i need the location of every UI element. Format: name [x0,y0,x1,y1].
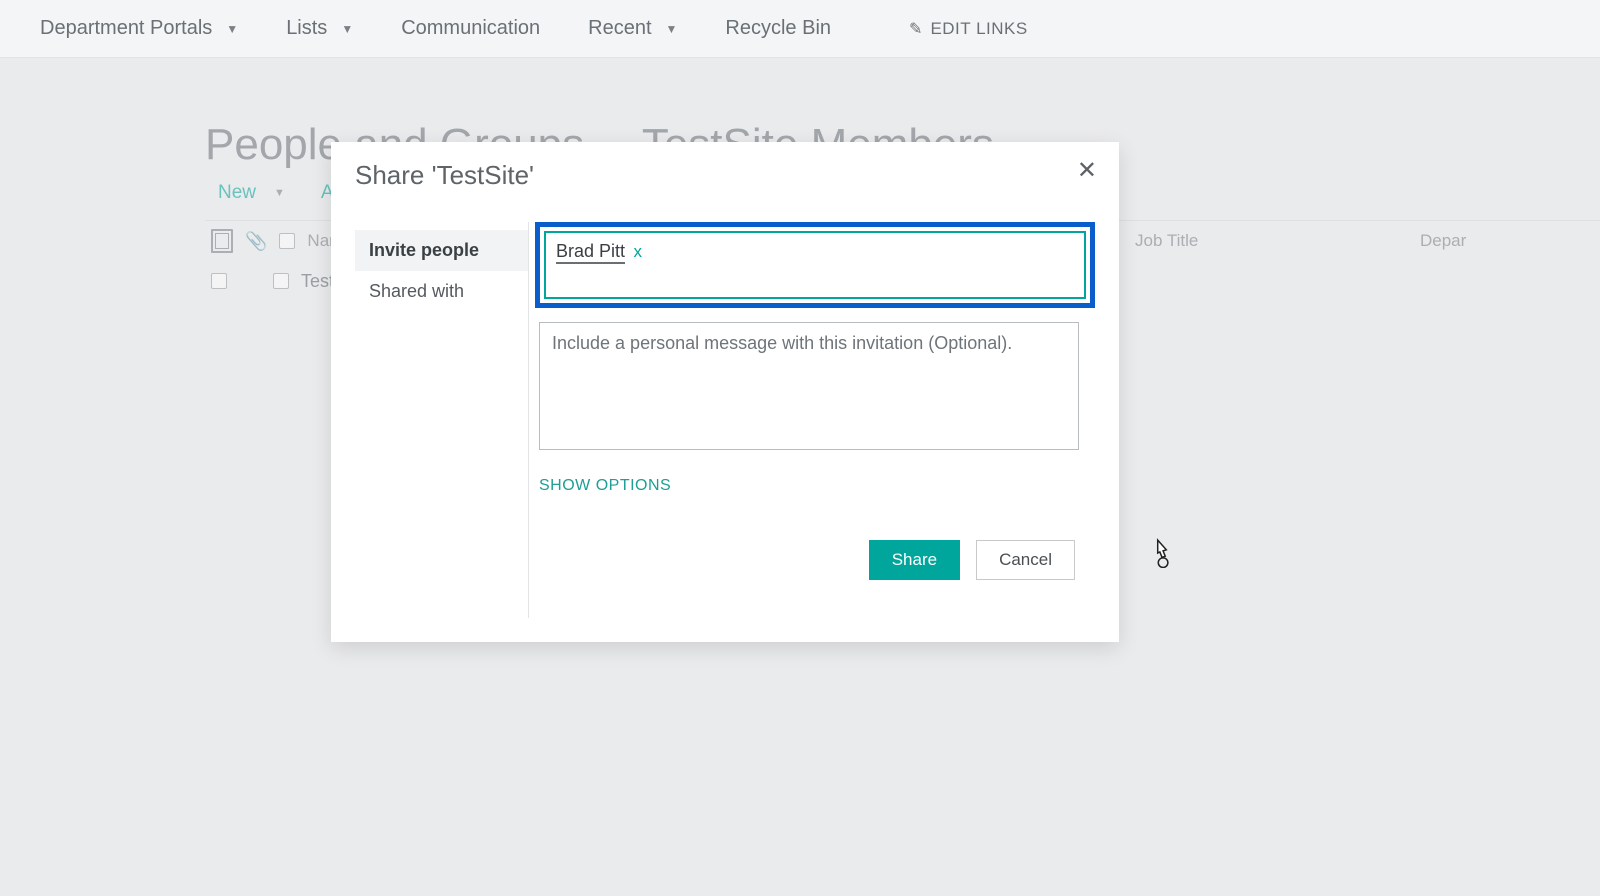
nav-edit-links[interactable]: ✎ EDIT LINKS [899,13,1038,45]
dialog-button-row: Share Cancel [869,540,1075,580]
cancel-button[interactable]: Cancel [976,540,1075,580]
dialog-side-nav: Invite people Shared with [355,222,529,618]
chevron-down-icon: ▼ [666,22,678,36]
close-icon[interactable]: ✕ [1069,152,1105,189]
people-picker-input[interactable]: Brad Pitt x [544,231,1086,299]
dialog-main: Brad Pitt x SHOW OPTIONS Share Cancel [529,222,1095,618]
nav-recent[interactable]: Recent ▼ [578,11,687,46]
nav-communication[interactable]: Communication [391,11,550,46]
nav-recycle-bin[interactable]: Recycle Bin [715,11,841,46]
pencil-icon: ✎ [909,19,922,39]
people-chip[interactable]: Brad Pitt x [556,241,646,262]
tab-shared-with[interactable]: Shared with [355,271,528,312]
chevron-down-icon: ▼ [341,22,353,36]
share-button[interactable]: Share [869,540,960,580]
dialog-body: Invite people Shared with Brad Pitt x SH… [355,222,1095,618]
nav-label: Communication [401,17,540,40]
tab-invite-people[interactable]: Invite people [355,230,528,271]
show-options-link[interactable]: SHOW OPTIONS [539,477,671,495]
chevron-down-icon: ▼ [226,22,238,36]
nav-label: Recent [588,17,651,40]
invitation-message-input[interactable] [539,322,1079,450]
page-body: People and Groups › TestSite Members New… [0,58,1600,896]
top-nav: Department Portals ▼ Lists ▼ Communicati… [0,0,1600,58]
nav-label: EDIT LINKS [930,19,1027,39]
nav-label: Department Portals [40,17,212,40]
chip-remove-icon[interactable]: x [629,242,646,261]
nav-label: Lists [286,17,327,40]
share-dialog: Share 'TestSite' ✕ Invite people Shared … [331,142,1119,642]
dialog-title: Share 'TestSite' [355,160,534,191]
nav-department-portals[interactable]: Department Portals ▼ [30,11,248,46]
chip-name: Brad Pitt [556,241,625,264]
nav-label: Recycle Bin [725,17,831,40]
people-picker-highlight: Brad Pitt x [535,222,1095,308]
nav-lists[interactable]: Lists ▼ [276,11,363,46]
